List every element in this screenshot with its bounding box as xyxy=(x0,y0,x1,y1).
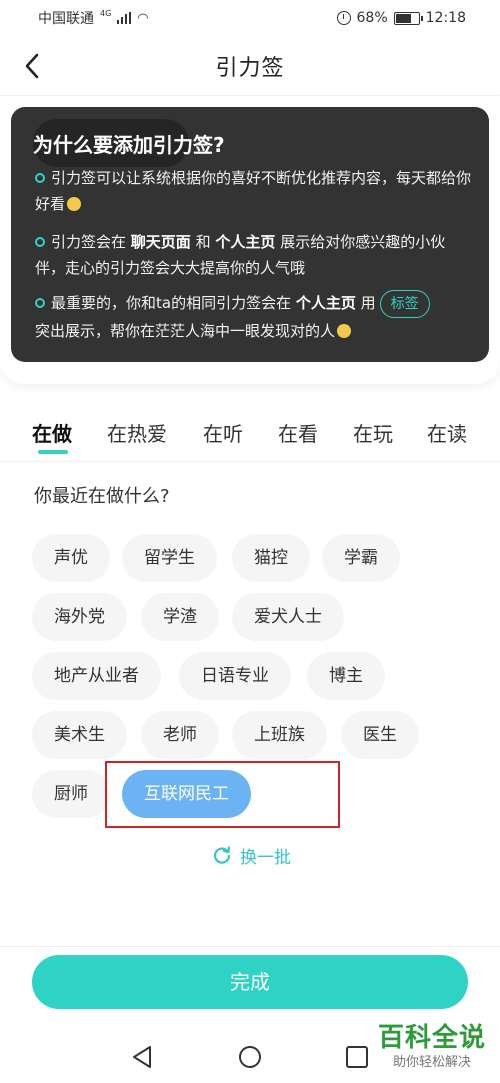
tab-zaiting[interactable]: 在听 xyxy=(203,418,243,447)
tag-chip[interactable]: 厨师 xyxy=(32,770,110,818)
tag-chip[interactable]: 美术生 xyxy=(32,711,127,759)
battery-percent: 68% xyxy=(356,10,388,26)
tag-chip[interactable]: 猫控 xyxy=(232,534,310,582)
tag-chip[interactable]: 医生 xyxy=(341,711,419,759)
info-text: 和 xyxy=(195,233,211,251)
bullet-dot-icon xyxy=(35,237,45,247)
info-card: 为什么要添加引力签? 引力签可以让系统根据你的喜好不断优化推荐内容，每天都给你好… xyxy=(11,107,489,362)
tag-chip[interactable]: 日语专业 xyxy=(179,652,291,700)
refresh-button[interactable]: 换一批 xyxy=(212,840,291,870)
info-section: 为什么要添加引力签? 引力签可以让系统根据你的喜好不断优化推荐内容，每天都给你好… xyxy=(0,96,500,384)
info-emphasis: 个人主页 xyxy=(215,233,276,251)
system-home-icon[interactable] xyxy=(235,1042,265,1072)
clock: 12:18 xyxy=(425,10,466,26)
info-paragraph-3: 最重要的，你和ta的相同引力签会在 个人主页 用标签 突出展示，帮你在茫茫人海中… xyxy=(35,290,471,344)
tag-chip[interactable]: 海外党 xyxy=(32,593,127,641)
info-text: 最重要的，你和ta的相同引力签会在 xyxy=(51,294,292,312)
tag-sample-pill: 标签 xyxy=(379,290,430,318)
info-text: 引力签可以让系统根据你的喜好不断优化推荐内容，每天都给你好看 xyxy=(35,169,472,213)
tag-chip[interactable]: 学霸 xyxy=(322,534,400,582)
battery-icon xyxy=(393,11,423,25)
signal-icon xyxy=(117,12,132,24)
tab-zaizuo[interactable]: 在做 xyxy=(32,418,72,447)
tab-zaiwan[interactable]: 在玩 xyxy=(353,418,393,447)
info-paragraph-1: 引力签可以让系统根据你的喜好不断优化推荐内容，每天都给你好看 xyxy=(35,165,471,217)
tag-chip[interactable]: 声优 xyxy=(32,534,110,582)
active-tab-indicator xyxy=(38,450,68,454)
system-back-icon[interactable] xyxy=(128,1042,158,1072)
info-text: 突出展示，帮你在茫茫人海中一眼发现对的人 xyxy=(35,322,336,340)
status-bar-right: 68% 12:18 xyxy=(336,10,466,26)
bullet-dot-icon xyxy=(35,298,45,308)
grin-emoji-icon xyxy=(337,324,352,338)
tag-chip[interactable]: 学渣 xyxy=(141,593,219,641)
tab-zaikan[interactable]: 在看 xyxy=(278,418,318,447)
info-emphasis: 个人主页 xyxy=(295,294,356,312)
info-text: 引力签会在 xyxy=(51,233,127,251)
alarm-icon xyxy=(336,11,351,25)
wifi-icon: ◠ xyxy=(137,10,149,26)
status-bar-left: 中国联通 4G ◠ xyxy=(38,8,149,28)
tag-chip[interactable]: 上班族 xyxy=(232,711,327,759)
status-bar: 中国联通 4G ◠ 68% 12:18 xyxy=(0,0,500,36)
question-text: 你最近在做什么? xyxy=(34,486,170,507)
tag-chip[interactable]: 博主 xyxy=(307,652,385,700)
tag-chip[interactable]: 地产从业者 xyxy=(32,652,161,700)
system-recents-icon[interactable] xyxy=(342,1042,372,1072)
watermark-sub-text: 助你轻松解决 xyxy=(392,1055,471,1070)
back-arrow-icon xyxy=(25,53,39,79)
category-tabs: 在做 在热爱 在听 在看 在玩 在读 xyxy=(0,404,500,462)
info-title: 为什么要添加引力签? xyxy=(33,133,225,157)
bullet-dot-icon xyxy=(35,173,45,183)
tag-chip[interactable]: 留学生 xyxy=(122,534,217,582)
refresh-label: 换一批 xyxy=(240,847,291,868)
smile-emoji-icon xyxy=(67,197,82,211)
done-button[interactable]: 完成 xyxy=(32,955,468,1009)
network-type: 4G xyxy=(100,8,112,18)
nav-bar: 引力签 xyxy=(0,36,500,96)
info-paragraph-2: 引力签会在 聊天页面 和 个人主页 展示给对你感兴趣的小伙伴，走心的引力签会大大… xyxy=(35,229,471,281)
watermark-logo: 百科全说 助你轻松解决 xyxy=(372,1022,492,1078)
back-button[interactable] xyxy=(14,48,50,84)
page-title: 引力签 xyxy=(215,55,285,81)
carrier-name: 中国联通 xyxy=(38,11,94,27)
info-emphasis: 聊天页面 xyxy=(130,233,191,251)
tag-chip[interactable]: 老师 xyxy=(141,711,219,759)
tab-zairеai[interactable]: 在热爱 xyxy=(107,418,167,447)
tab-zaidu[interactable]: 在读 xyxy=(427,418,467,447)
refresh-icon xyxy=(213,846,231,864)
annotation-highlight-box xyxy=(105,761,340,828)
tag-chip[interactable]: 爱犬人士 xyxy=(232,593,344,641)
watermark-main-text: 百科全说 xyxy=(377,1023,486,1053)
info-text: 用 xyxy=(360,294,376,312)
